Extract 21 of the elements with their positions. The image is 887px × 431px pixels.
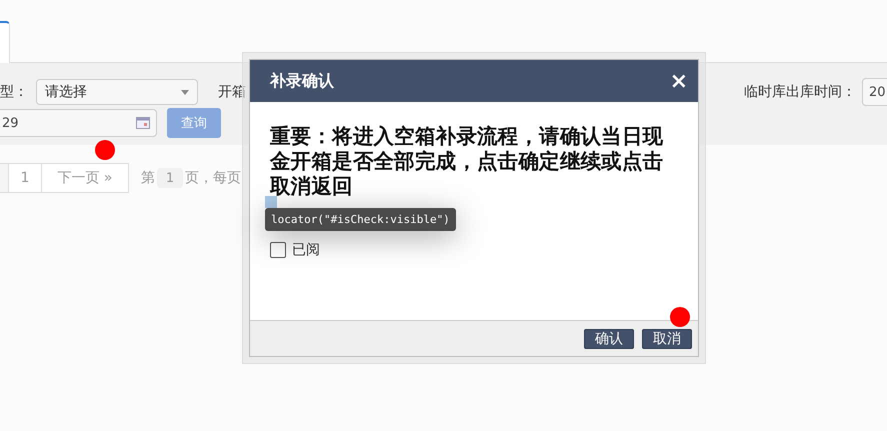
dialog-button[interactable]: 取消 [642,328,692,348]
filter-label: 型： [0,83,28,101]
calendar-icon [136,117,150,129]
checkbox-label: 已阅 [292,241,320,259]
locator-tooltip: locator("#isCheck:visible") [265,208,456,231]
dialog-title: 补录确认 [270,70,334,92]
highlight-marker [265,196,277,208]
checkbox-icon[interactable] [270,242,286,258]
marker-dot [95,140,115,160]
dialog-message: 重要：将进入空箱补录流程，请确认当日现金开箱是否全部完成，点击确定继续或点击取消返回 [270,124,664,199]
close-icon[interactable]: × [670,68,688,94]
filter-label: 临时库出库时间： [744,83,856,101]
pager-text: 页，每页 [185,169,241,187]
type-select[interactable]: 请选择 [36,79,198,105]
dialog-button[interactable]: 确认 [584,328,634,348]
date-field[interactable]: 20 [862,78,887,106]
caret-icon [181,90,189,94]
pager-text: 第 [141,169,155,187]
date-field[interactable]: 29 [0,109,157,137]
page-tab[interactable] [0,21,10,63]
read-checkbox[interactable]: 已阅 [270,241,320,259]
